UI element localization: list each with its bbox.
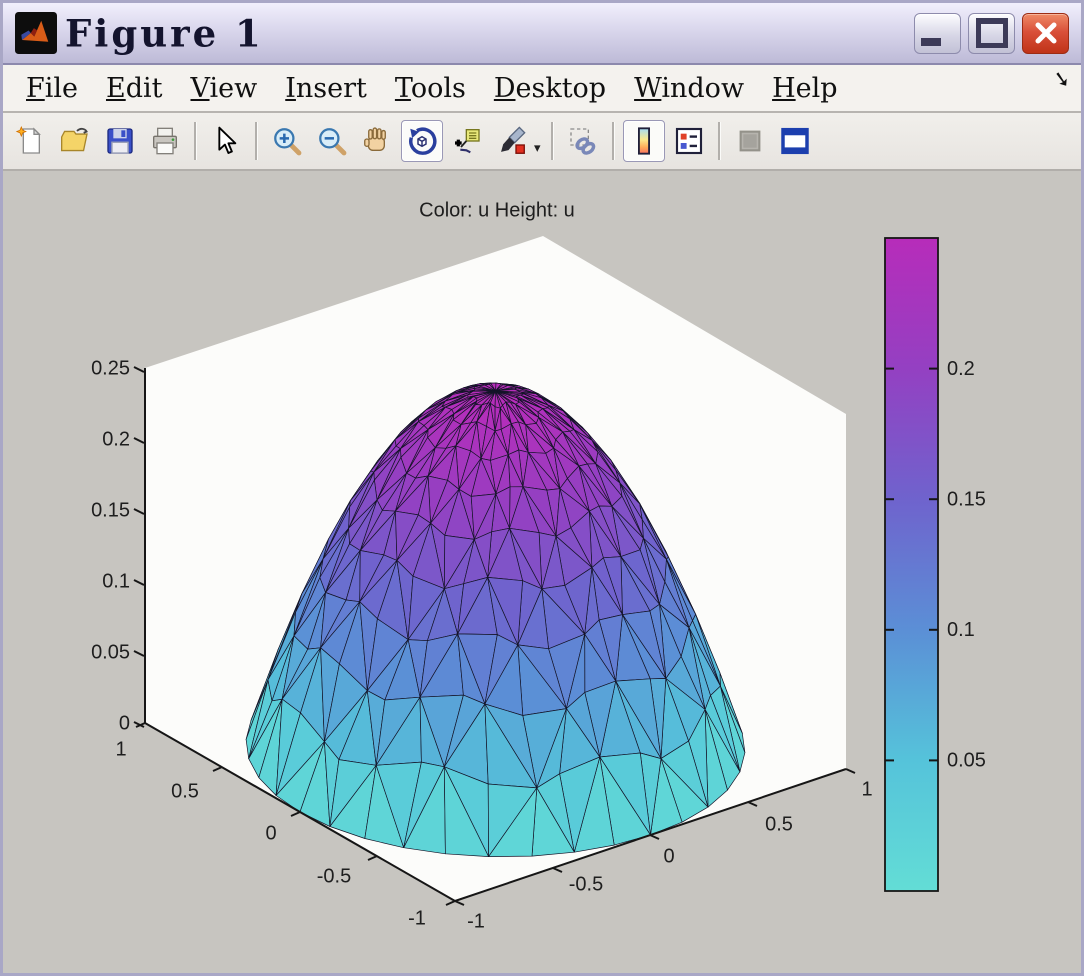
toolbar-separator (717, 122, 721, 160)
print-button[interactable] (144, 120, 186, 162)
svg-text:0.05: 0.05 (947, 750, 986, 772)
link-plot-button[interactable] (562, 120, 604, 162)
rotate-3d-icon (409, 127, 437, 155)
menu-item-file[interactable]: File (13, 71, 91, 106)
open-folder-icon (61, 127, 88, 152)
insert-colorbar-button[interactable] (622, 120, 665, 162)
figure-window: Figure 1 File Edit View Insert Tools Desktop W… (0, 0, 1084, 976)
menu-item-help[interactable]: Help (759, 71, 850, 106)
toolbar-separator (255, 122, 258, 160)
svg-text:-1: -1 (408, 907, 426, 929)
svg-text:0: 0 (663, 845, 674, 867)
toolbar-separator (194, 122, 197, 160)
svg-text:1: 1 (115, 738, 126, 760)
toolbar: ▾ (3, 113, 1081, 171)
edit-plot-button[interactable] (205, 120, 247, 162)
save-figure-button[interactable] (99, 120, 141, 162)
menu-item-edit[interactable]: Edit (93, 71, 176, 106)
svg-text:-0.5: -0.5 (569, 873, 603, 895)
menu-item-desktop[interactable]: Desktop (481, 71, 619, 106)
link-icon (569, 128, 595, 155)
save-icon (107, 128, 133, 154)
pan-button[interactable] (356, 120, 398, 162)
pan-hand-icon (364, 127, 386, 151)
close-icon (1035, 22, 1056, 44)
brush-dropdown-caret[interactable]: ▾ (534, 141, 541, 156)
zoom-out-button[interactable] (311, 120, 353, 162)
maximize-icon (975, 18, 1008, 48)
colorbar (884, 237, 939, 892)
svg-text:0: 0 (119, 712, 130, 734)
colorbar-icon (637, 127, 650, 155)
figure-canvas[interactable]: 0.25 0.2 0.15 0.1 0.05 0 1 0.5 0 -0.5 -1 -1 -0.5 0 0.5… (3, 171, 1081, 976)
svg-text:0.15: 0.15 (947, 488, 986, 510)
rotate-3d-button[interactable] (401, 120, 443, 162)
zoom-in-button[interactable] (266, 120, 308, 162)
svg-text:Color: u Height: u: Color: u Height: u (419, 199, 575, 221)
toolbar-separator (611, 122, 615, 160)
svg-text:0.15: 0.15 (91, 499, 130, 521)
show-plot-tools-button[interactable] (774, 120, 816, 162)
dock-window-icon (780, 127, 809, 155)
new-document-icon (15, 125, 41, 154)
open-file-button[interactable] (54, 120, 96, 162)
legend-icon (675, 127, 702, 155)
menubar: File Edit View Insert Tools Desktop Window Help… (3, 65, 1081, 113)
window-controls (914, 12, 1073, 54)
pointer-icon (218, 126, 237, 154)
zoom-in-icon (274, 128, 302, 156)
brush-button[interactable] (491, 120, 533, 162)
hide-plot-tools-button[interactable] (729, 120, 771, 162)
menu-item-tools[interactable]: Tools (382, 71, 479, 106)
svg-text:0.5: 0.5 (765, 813, 793, 835)
maximize-button[interactable] (968, 12, 1015, 54)
matlab-logo-icon (15, 12, 57, 54)
data-cursor-button[interactable] (446, 120, 488, 162)
menu-overflow-icon[interactable]: ➘ (1051, 66, 1073, 93)
window-title: Figure 1 (65, 10, 264, 56)
svg-text:0: 0 (265, 822, 276, 844)
new-figure-button[interactable] (9, 120, 51, 162)
svg-text:0.2: 0.2 (102, 428, 130, 450)
menu-item-insert[interactable]: Insert (272, 71, 380, 106)
toolbar-separator (550, 122, 554, 160)
brush-icon (501, 126, 526, 154)
svg-text:0.1: 0.1 (102, 570, 130, 592)
axes-3d-plot[interactable]: 0.25 0.2 0.15 0.1 0.05 0 1 0.5 0 -0.5 -1 -1 -0.5 0 0.5… (3, 171, 1081, 976)
svg-text:-1: -1 (467, 910, 485, 932)
printer-icon (153, 127, 177, 155)
svg-text:1: 1 (861, 778, 872, 800)
menu-item-view[interactable]: View (177, 71, 270, 106)
svg-text:0.25: 0.25 (91, 357, 130, 379)
minimize-button[interactable] (914, 12, 961, 54)
zoom-out-icon (319, 128, 347, 156)
svg-text:0.5: 0.5 (171, 780, 199, 802)
title-bar[interactable]: Figure 1 (3, 3, 1081, 65)
svg-text:0.05: 0.05 (91, 641, 130, 663)
insert-legend-button[interactable] (668, 120, 710, 162)
svg-text:-0.5: -0.5 (317, 865, 351, 887)
data-cursor-icon (455, 129, 480, 154)
minimize-icon (920, 37, 941, 46)
svg-text:0.2: 0.2 (947, 358, 975, 380)
close-button[interactable] (1022, 12, 1069, 54)
svg-text:0.1: 0.1 (947, 619, 975, 641)
plot-tools-off-icon (739, 130, 760, 152)
menu-item-window[interactable]: Window (621, 71, 757, 106)
